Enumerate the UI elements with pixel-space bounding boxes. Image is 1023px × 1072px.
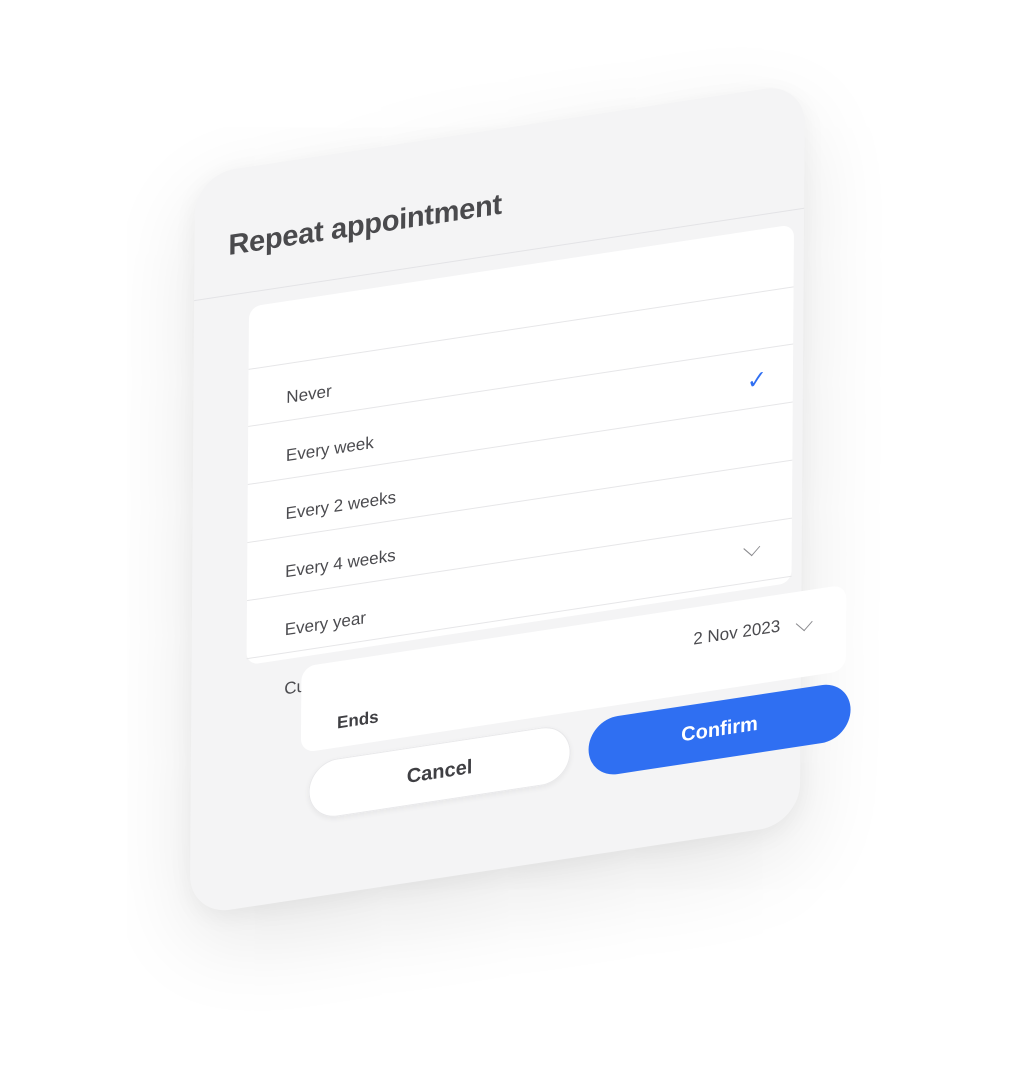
- chevron-down-icon[interactable]: [795, 614, 813, 632]
- checkmark-icon: ✓: [746, 365, 768, 396]
- repeat-appointment-modal: Repeat appointment Never Every week ✓ Ev…: [189, 82, 851, 916]
- option-label: Never: [286, 381, 332, 408]
- ends-label: Ends: [336, 707, 379, 733]
- chevron-down-icon[interactable]: [743, 539, 761, 557]
- modal-title: Repeat appointment: [228, 188, 502, 262]
- option-label: Every 4 weeks: [285, 545, 396, 582]
- option-label: Every 2 weeks: [285, 487, 397, 524]
- repeat-options-list: Never Every week ✓ Every 2 weeks Every 4…: [246, 224, 795, 699]
- option-label: Every week: [285, 432, 374, 466]
- ends-date-value[interactable]: 2 Nov 2023: [693, 616, 780, 649]
- option-label: Every year: [284, 608, 367, 640]
- stage: Repeat appointment Never Every week ✓ Ev…: [0, 0, 1023, 1072]
